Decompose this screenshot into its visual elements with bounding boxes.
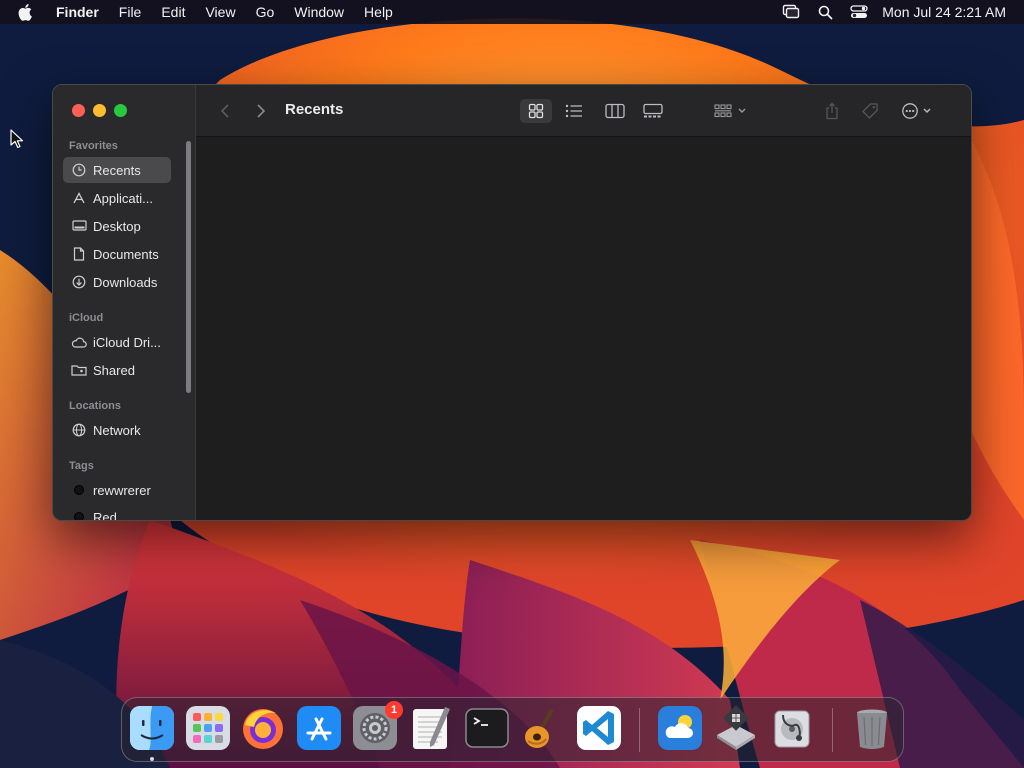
control-center-icon[interactable] xyxy=(849,2,869,22)
window-title: Recents xyxy=(285,101,344,118)
sidebar-section-icloud: iCloud xyxy=(69,312,104,324)
launchpad-icon xyxy=(186,706,230,750)
dock-app-trash[interactable] xyxy=(849,705,895,751)
more-actions-icon[interactable] xyxy=(899,99,939,123)
sidebar-item-label: Applicati... xyxy=(93,190,153,206)
menu-edit[interactable]: Edit xyxy=(151,0,195,24)
maximize-window-button[interactable] xyxy=(114,104,127,117)
sidebar-section-favorites: Favorites xyxy=(69,140,118,152)
sidebar-item-label: Red xyxy=(93,509,117,521)
sidebar-item-label: Shared xyxy=(93,362,135,378)
dock-app-garageband[interactable] xyxy=(520,705,566,751)
notification-badge: 1 xyxy=(385,701,403,719)
dock-app-vscode[interactable] xyxy=(576,705,622,751)
dock-app-launchpad[interactable] xyxy=(185,705,231,751)
sidebar-item-tag-rewwrerer[interactable]: rewwrerer xyxy=(63,477,171,503)
cloud-icon xyxy=(71,334,87,350)
dock: 1 xyxy=(121,697,904,762)
sidebar-item-label: iCloud Dri... xyxy=(93,334,161,350)
menu-app-finder[interactable]: Finder xyxy=(50,0,109,24)
sidebar-item-shared[interactable]: Shared xyxy=(63,357,171,383)
finder-toolbar: Recents xyxy=(196,85,971,137)
screen-mirroring-icon[interactable] xyxy=(781,2,801,22)
finder-sidebar: Favorites Recents Applicati... Desktop D… xyxy=(53,85,196,520)
window-controls xyxy=(72,104,127,117)
sidebar-scrollbar[interactable] xyxy=(186,141,191,393)
back-chevron-icon[interactable] xyxy=(216,99,234,123)
sidebar-item-recents[interactable]: Recents xyxy=(63,157,171,183)
menu-file[interactable]: File xyxy=(109,0,152,24)
apple-menu-icon[interactable] xyxy=(18,3,36,21)
sidebar-item-applications[interactable]: Applicati... xyxy=(63,185,171,211)
menu-bar-clock[interactable]: Mon Jul 24 2:21 AM xyxy=(882,4,1006,20)
trash-icon xyxy=(857,709,887,749)
dock-app-weather[interactable] xyxy=(657,705,703,751)
applications-icon xyxy=(71,190,87,206)
bootcamp-icon xyxy=(717,705,755,750)
sidebar-item-downloads[interactable]: Downloads xyxy=(63,269,171,295)
dock-app-system-settings[interactable]: 1 xyxy=(352,701,403,751)
column-view-icon[interactable] xyxy=(599,99,631,123)
vscode-icon xyxy=(577,706,621,750)
dock-app-textedit[interactable] xyxy=(408,705,454,751)
menu-go[interactable]: Go xyxy=(246,0,285,24)
sidebar-item-tag-red[interactable]: Red xyxy=(63,504,171,521)
disk-utility-icon xyxy=(774,710,810,748)
forward-chevron-icon[interactable] xyxy=(252,99,270,123)
weather-icon xyxy=(658,706,702,750)
menu-view[interactable]: View xyxy=(195,0,245,24)
sidebar-item-icloud-drive[interactable]: iCloud Dri... xyxy=(63,329,171,355)
menu-help[interactable]: Help xyxy=(354,0,403,24)
finder-icon xyxy=(130,706,174,750)
menu-bar: Finder File Edit View Go Window Help Mon… xyxy=(0,0,1024,24)
tag-icon[interactable] xyxy=(858,99,882,123)
sidebar-section-locations: Locations xyxy=(69,400,121,412)
sidebar-section-tags: Tags xyxy=(69,460,94,472)
app-store-icon xyxy=(297,706,341,750)
network-globe-icon xyxy=(71,422,87,438)
sidebar-item-label: Network xyxy=(93,422,141,438)
terminal-icon xyxy=(465,708,509,748)
clock-icon xyxy=(71,162,87,178)
share-icon[interactable] xyxy=(820,99,844,123)
running-indicator xyxy=(150,757,154,761)
finder-window: Favorites Recents Applicati... Desktop D… xyxy=(52,84,972,521)
dock-app-firefox[interactable] xyxy=(240,705,286,751)
sidebar-item-network[interactable]: Network xyxy=(63,417,171,443)
sidebar-item-label: Downloads xyxy=(93,274,158,290)
dock-app-bootcamp[interactable] xyxy=(713,705,759,751)
gallery-view-icon[interactable] xyxy=(637,99,669,123)
sidebar-item-documents[interactable]: Documents xyxy=(63,241,171,267)
sidebar-item-label: Documents xyxy=(93,246,159,262)
dock-separator xyxy=(832,708,833,752)
garageband-icon xyxy=(525,709,554,748)
tag-dot-icon xyxy=(71,509,87,520)
dock-app-finder[interactable] xyxy=(129,705,175,751)
mouse-cursor-icon xyxy=(10,129,24,149)
minimize-window-button[interactable] xyxy=(93,104,106,117)
shared-folder-icon xyxy=(71,362,87,378)
firefox-icon xyxy=(243,709,283,749)
close-window-button[interactable] xyxy=(72,104,85,117)
sidebar-item-label: Recents xyxy=(93,162,141,178)
group-by-icon[interactable] xyxy=(711,99,751,123)
list-view-icon[interactable] xyxy=(558,99,590,123)
desktop-icon xyxy=(71,218,87,234)
sidebar-item-label: Desktop xyxy=(93,218,141,234)
textedit-icon xyxy=(413,707,450,749)
icon-view-icon[interactable] xyxy=(520,99,552,123)
dock-separator xyxy=(639,708,640,752)
sidebar-item-desktop[interactable]: Desktop xyxy=(63,213,171,239)
finder-content-area[interactable] xyxy=(196,137,971,520)
dock-app-terminal[interactable] xyxy=(464,705,510,751)
download-icon xyxy=(71,274,87,290)
document-icon xyxy=(71,246,87,262)
spotlight-search-icon[interactable] xyxy=(815,2,835,22)
menu-window[interactable]: Window xyxy=(284,0,354,24)
tag-dot-icon xyxy=(71,482,87,498)
dock-app-app-store[interactable] xyxy=(296,705,342,751)
dock-app-disk-utility[interactable] xyxy=(769,705,815,751)
sidebar-item-label: rewwrerer xyxy=(93,482,151,498)
